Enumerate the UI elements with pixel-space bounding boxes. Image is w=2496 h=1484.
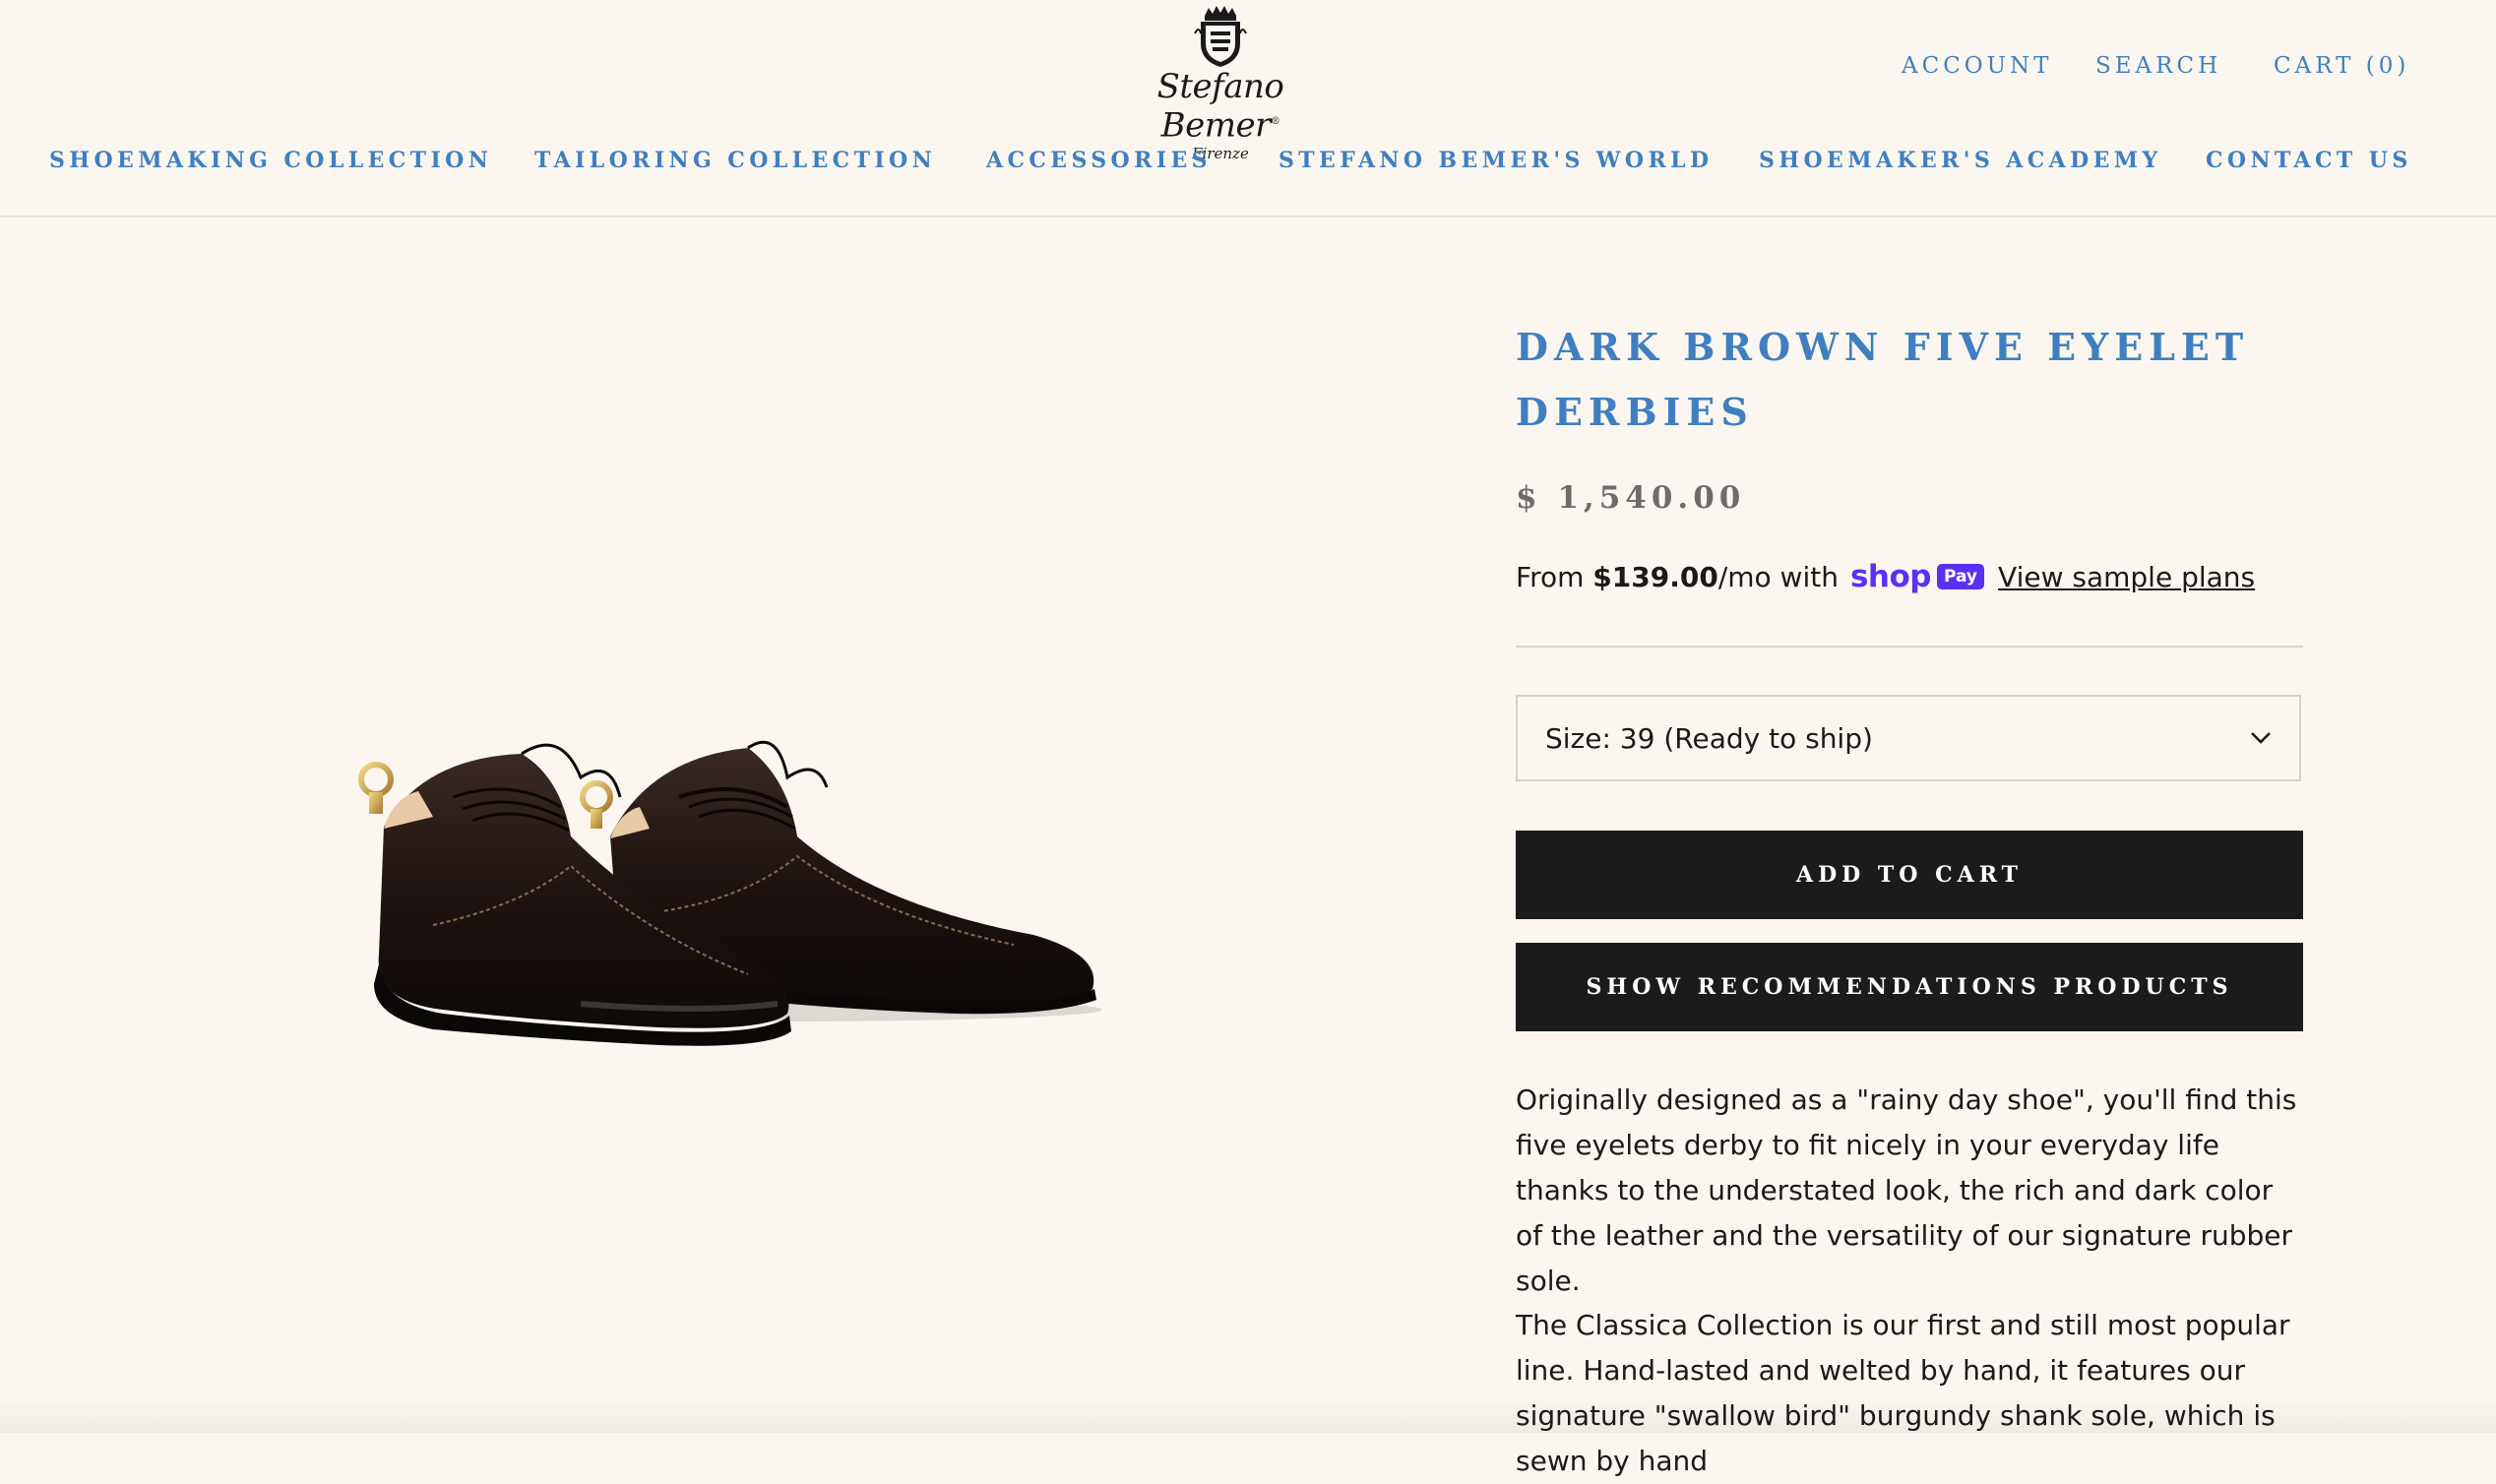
product-image[interactable]	[325, 718, 1112, 1073]
bottom-shadow	[0, 1397, 2496, 1433]
cart-link[interactable]: CART (0)	[2274, 53, 2409, 79]
product-info: DARK BROWN FIVE EYELET DERBIES	[1516, 315, 2303, 445]
installment-suffix: /mo with	[1717, 560, 1839, 593]
search-link[interactable]: SEARCH	[2095, 53, 2221, 79]
nav-shoemaking-collection[interactable]: SHOEMAKING COLLECTION	[49, 148, 492, 173]
site-header: Stefano Bemer® Firenze ACCOUNT SEARCH CA…	[0, 0, 2496, 217]
product-price: $ 1,540.00	[1516, 480, 1746, 516]
size-select-value: Size: 39 (Ready to ship)	[1545, 721, 1873, 755]
installment-prefix: From	[1516, 560, 1585, 593]
divider	[1516, 646, 2303, 648]
shop-pay-installments: From $139.00/mo with shop Pay View sample…	[1516, 557, 2255, 596]
nav-accessories[interactable]: ACCESSORIES	[986, 148, 1212, 173]
product-title: DARK BROWN FIVE EYELET DERBIES	[1516, 325, 2250, 434]
size-select[interactable]: Size: 39 (Ready to ship)	[1516, 695, 2301, 781]
installment-amount: $139.00	[1592, 560, 1718, 593]
product-description-paragraph-2: The Classica Collection is our first and…	[1516, 1309, 2290, 1477]
pay-badge: Pay	[1936, 564, 1985, 589]
brand-name: Stefano Bemer®	[1156, 67, 1284, 146]
add-to-cart-button[interactable]: ADD TO CART	[1516, 831, 2303, 919]
nav-stefano-bemers-world[interactable]: STEFANO BEMER'S WORLD	[1279, 148, 1714, 173]
show-recommendations-button[interactable]: SHOW RECOMMENDATIONS PRODUCTS	[1516, 943, 2303, 1031]
crest-icon	[1194, 6, 1247, 67]
view-sample-plans-link[interactable]: View sample plans	[1998, 561, 2255, 593]
chevron-down-icon	[2251, 732, 2271, 744]
shop-pay-logo: shop	[1849, 559, 1932, 594]
nav-tailoring-collection[interactable]: TAILORING COLLECTION	[534, 148, 936, 173]
nav-contact-us[interactable]: CONTACT US	[2206, 148, 2412, 173]
product-description-paragraph-1: Originally designed as a "rainy day shoe…	[1516, 1083, 2297, 1297]
account-link[interactable]: ACCOUNT	[1902, 53, 2053, 79]
brand-logo[interactable]: Stefano Bemer® Firenze	[1112, 0, 1329, 162]
nav-shoemakers-academy[interactable]: SHOEMAKER'S ACADEMY	[1759, 148, 2162, 173]
